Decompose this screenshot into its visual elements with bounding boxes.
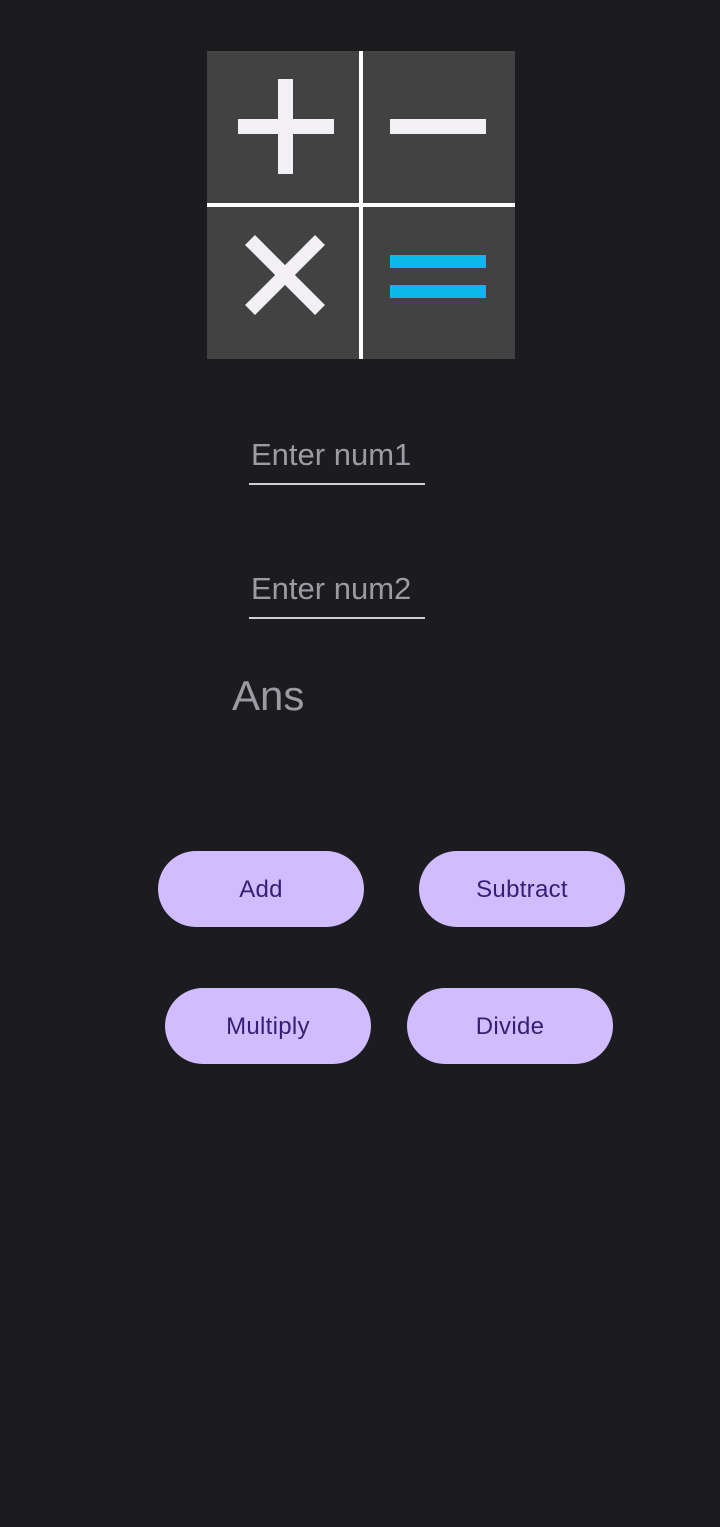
calculator-logo: [207, 51, 515, 359]
add-button[interactable]: Add: [158, 851, 364, 927]
multiply-button[interactable]: Multiply: [165, 988, 371, 1064]
num1-input[interactable]: [249, 433, 425, 485]
minus-icon: [363, 51, 515, 203]
multiply-icon: [207, 207, 359, 359]
answer-label: Ans: [232, 672, 305, 719]
calculator-screen: Ans Add Subtract Multiply Divide: [0, 0, 720, 1527]
plus-icon: [207, 51, 359, 203]
num2-input[interactable]: [249, 567, 425, 619]
subtract-button[interactable]: Subtract: [419, 851, 625, 927]
divide-button[interactable]: Divide: [407, 988, 613, 1064]
equals-icon: [363, 207, 515, 359]
